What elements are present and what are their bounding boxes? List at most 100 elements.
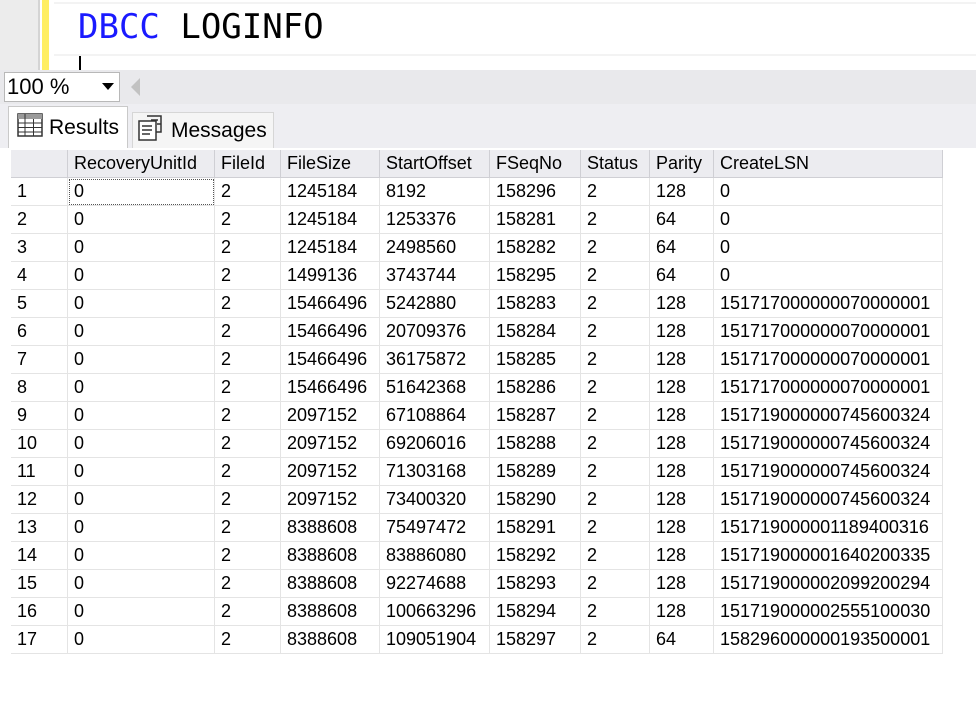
table-cell[interactable]: 2 (580, 345, 650, 374)
table-row[interactable]: 5 0 2 15466496 5242880 158283 2 128 151717000000… (11, 289, 943, 318)
table-cell[interactable]: 2 (214, 289, 281, 318)
table-cell[interactable]: 128 (649, 485, 714, 514)
chevron-down-icon[interactable] (97, 83, 119, 91)
table-cell[interactable]: 0 (67, 289, 215, 318)
table-cell[interactable]: 151719000002555100030 (713, 597, 943, 626)
table-cell[interactable]: 0 (67, 317, 215, 346)
table-cell[interactable]: 2 (580, 513, 650, 542)
column-header[interactable]: FileId (214, 150, 281, 178)
table-cell[interactable]: 128 (649, 597, 714, 626)
row-number-cell[interactable]: 14 (11, 541, 68, 570)
table-cell[interactable]: 128 (649, 289, 714, 318)
tab-messages[interactable]: Messages (132, 112, 274, 148)
table-cell[interactable]: 71303168 (379, 457, 490, 486)
table-cell[interactable]: 2 (580, 205, 650, 234)
table-cell[interactable]: 151717000000070000001 (713, 345, 943, 374)
table-cell[interactable]: 128 (649, 177, 714, 206)
table-cell[interactable]: 2 (214, 457, 281, 486)
table-cell[interactable]: 3743744 (379, 261, 490, 290)
table-cell[interactable]: 1499136 (280, 261, 380, 290)
table-cell[interactable]: 0 (67, 261, 215, 290)
table-cell[interactable]: 36175872 (379, 345, 490, 374)
table-cell[interactable]: 51642368 (379, 373, 490, 402)
table-cell[interactable]: 151717000000070000001 (713, 317, 943, 346)
table-cell[interactable]: 128 (649, 401, 714, 430)
table-cell[interactable]: 67108864 (379, 401, 490, 430)
table-cell[interactable]: 2 (580, 317, 650, 346)
table-cell[interactable]: 1245184 (280, 177, 380, 206)
table-row[interactable]: 8 0 2 15466496 51642368 158286 2 128 15171700000… (11, 373, 943, 402)
table-cell[interactable]: 0 (67, 457, 215, 486)
table-row[interactable]: 14 0 2 8388608 83886080 158292 2 128 15171900000… (11, 541, 943, 570)
row-number-cell[interactable]: 17 (11, 625, 68, 654)
table-cell[interactable]: 158295 (489, 261, 581, 290)
table-cell[interactable]: 151719000000745600324 (713, 429, 943, 458)
zoom-dropdown[interactable]: 100 % (4, 72, 120, 102)
table-row[interactable]: 12 0 2 2097152 73400320 158290 2 128 15171900000… (11, 485, 943, 514)
table-cell[interactable]: 158296000000193500001 (713, 625, 943, 654)
table-cell[interactable]: 158283 (489, 289, 581, 318)
table-cell[interactable]: 64 (649, 625, 714, 654)
column-header[interactable]: Parity (649, 150, 714, 178)
table-cell[interactable]: 2 (580, 541, 650, 570)
table-cell[interactable]: 2 (214, 317, 281, 346)
table-cell[interactable]: 8388608 (280, 625, 380, 654)
table-row[interactable]: 10 0 2 2097152 69206016 158288 2 128 15171900000… (11, 429, 943, 458)
table-cell[interactable]: 83886080 (379, 541, 490, 570)
table-cell[interactable]: 128 (649, 429, 714, 458)
table-cell[interactable]: 128 (649, 317, 714, 346)
table-cell[interactable]: 2 (580, 261, 650, 290)
table-cell[interactable]: 2097152 (280, 485, 380, 514)
row-number-cell[interactable]: 11 (11, 457, 68, 486)
table-row[interactable]: 15 0 2 8388608 92274688 158293 2 128 15171900000… (11, 569, 943, 598)
table-cell[interactable]: 2097152 (280, 429, 380, 458)
table-cell[interactable]: 2 (580, 625, 650, 654)
table-cell[interactable]: 2 (214, 345, 281, 374)
table-cell[interactable]: 1245184 (280, 205, 380, 234)
table-row[interactable]: 4 0 2 1499136 3743744 158295 2 64 0 (11, 261, 943, 290)
table-cell[interactable]: 2097152 (280, 401, 380, 430)
table-cell[interactable]: 151719000001640200335 (713, 541, 943, 570)
table-cell[interactable]: 158291 (489, 513, 581, 542)
table-cell[interactable]: 15466496 (280, 317, 380, 346)
table-cell[interactable]: 64 (649, 233, 714, 262)
row-number-cell[interactable]: 8 (11, 373, 68, 402)
table-cell[interactable]: 128 (649, 541, 714, 570)
horizontal-scrollbar[interactable] (121, 70, 976, 104)
table-cell[interactable]: 158292 (489, 541, 581, 570)
table-cell[interactable]: 2 (580, 401, 650, 430)
table-cell[interactable]: 128 (649, 457, 714, 486)
table-cell[interactable]: 158281 (489, 205, 581, 234)
scroll-left-arrow-icon[interactable] (131, 78, 141, 101)
table-cell[interactable]: 158284 (489, 317, 581, 346)
table-cell[interactable]: 75497472 (379, 513, 490, 542)
table-cell[interactable]: 2097152 (280, 457, 380, 486)
table-cell[interactable]: 2 (214, 401, 281, 430)
table-cell[interactable]: 0 (67, 513, 215, 542)
table-cell[interactable]: 151719000000745600324 (713, 401, 943, 430)
row-number-cell[interactable]: 9 (11, 401, 68, 430)
table-cell[interactable]: 15466496 (280, 345, 380, 374)
query-editor[interactable]: DBCC LOGINFO (0, 0, 976, 70)
table-cell[interactable]: 0 (67, 625, 215, 654)
table-cell[interactable]: 2 (580, 485, 650, 514)
table-row[interactable]: 11 0 2 2097152 71303168 158289 2 128 15171900000… (11, 457, 943, 486)
table-cell[interactable]: 15466496 (280, 289, 380, 318)
table-cell[interactable]: 0 (67, 597, 215, 626)
table-cell[interactable]: 2 (214, 429, 281, 458)
table-cell[interactable]: 0 (67, 345, 215, 374)
table-row[interactable]: 2 0 2 1245184 1253376 158281 2 64 0 (11, 205, 943, 234)
table-cell[interactable]: 0 (67, 541, 215, 570)
table-cell[interactable]: 0 (67, 485, 215, 514)
table-cell[interactable]: 151719000002099200294 (713, 569, 943, 598)
table-cell[interactable]: 151719000000745600324 (713, 485, 943, 514)
table-row[interactable]: 3 0 2 1245184 2498560 158282 2 64 0 (11, 233, 943, 262)
table-cell[interactable]: 2 (214, 597, 281, 626)
table-cell[interactable]: 158285 (489, 345, 581, 374)
table-row[interactable]: 13 0 2 8388608 75497472 158291 2 128 15171900000… (11, 513, 943, 542)
table-cell[interactable]: 151719000001189400316 (713, 513, 943, 542)
table-cell[interactable]: 73400320 (379, 485, 490, 514)
table-row[interactable]: 16 0 2 8388608 100663296 158294 2 128 1517190000… (11, 597, 943, 626)
table-cell[interactable]: 158282 (489, 233, 581, 262)
table-cell[interactable]: 2 (214, 541, 281, 570)
